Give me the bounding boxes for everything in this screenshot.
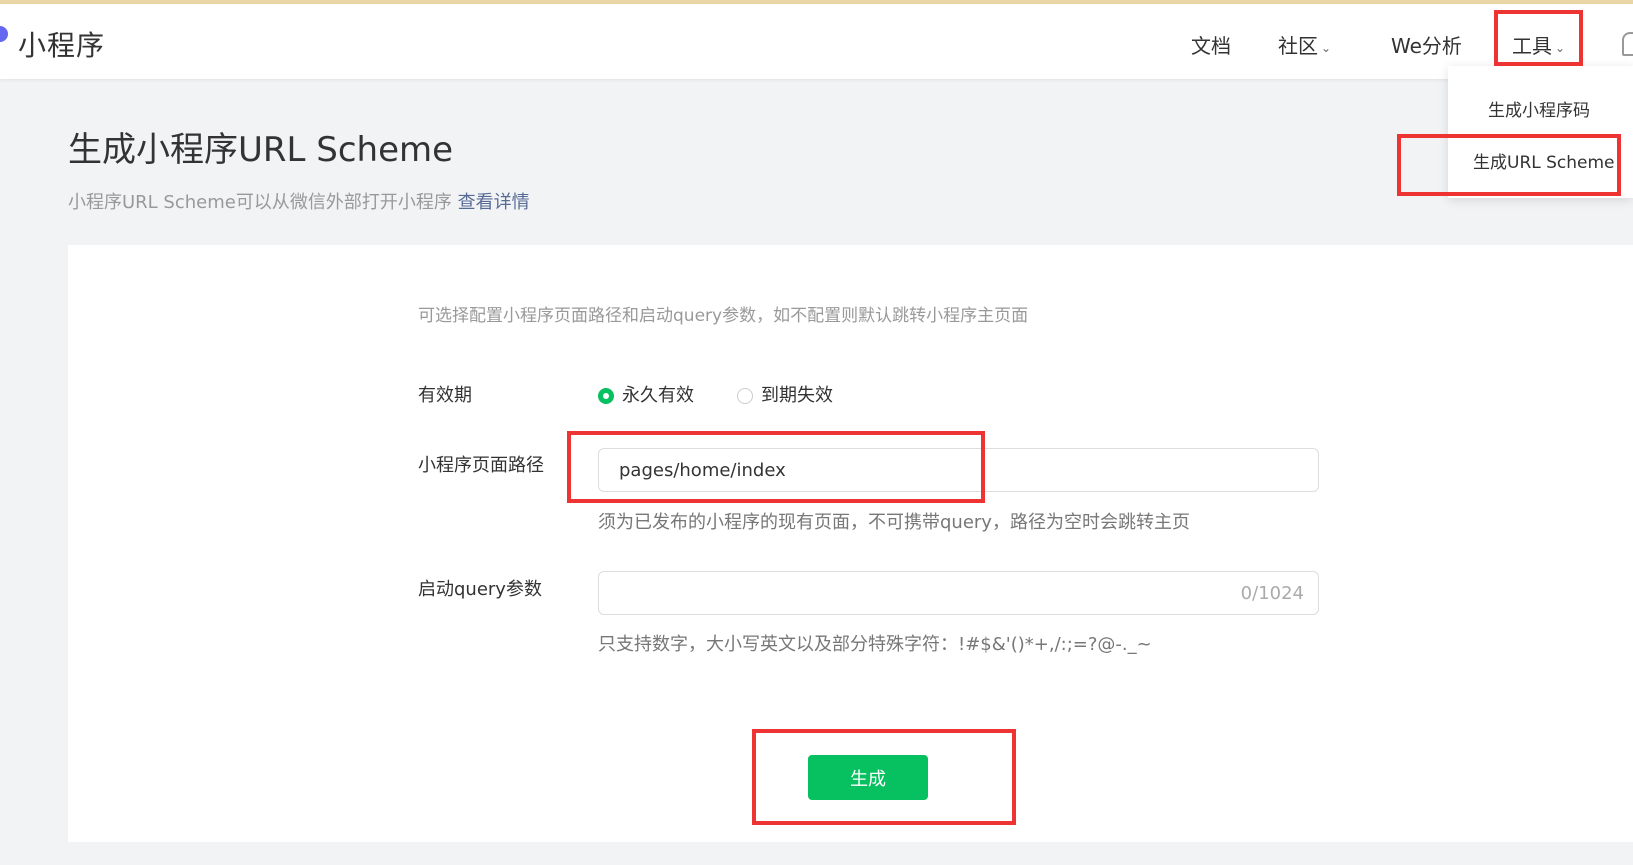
page-path-label: 小程序页面路径 <box>418 455 544 476</box>
chevron-down-icon: ⌄ <box>1321 40 1332 55</box>
form-tip: 可选择配置小程序页面路径和启动query参数，如不配置则默认跳转小程序主页面 <box>418 306 1029 326</box>
nav-community[interactable]: 社区 ⌄ <box>1278 30 1331 59</box>
page-path-hint: 须为已发布的小程序的现有页面，不可携带query，路径为空时会跳转主页 <box>598 512 1190 533</box>
radio-expiring[interactable]: 到期失效 <box>737 381 833 407</box>
highlight-box-url-scheme <box>1397 134 1621 196</box>
view-details-link[interactable]: 查看详情 <box>458 192 530 213</box>
top-navbar: 小程序 文档 社区 ⌄ We分析 工具 ⌄ <box>0 4 1633 79</box>
query-hint: 只支持数字，大小写英文以及部分特殊字符：!#$&'()*+,/:;=?@-._~ <box>598 634 1152 655</box>
radio-checked-icon[interactable] <box>598 388 614 404</box>
notification-bell-icon[interactable] <box>1622 32 1633 56</box>
radio-unchecked-icon[interactable] <box>737 388 753 404</box>
query-char-counter: 0/1024 <box>1240 583 1304 604</box>
page-subtitle: 小程序URL Scheme可以从微信外部打开小程序 查看详情 <box>68 188 530 214</box>
page-title: 生成小程序URL Scheme <box>68 130 454 170</box>
menu-item-generate-qrcode[interactable]: 生成小程序码 <box>1488 96 1590 121</box>
mini-program-logo-icon <box>0 26 8 42</box>
nav-docs[interactable]: 文档 <box>1191 30 1231 59</box>
query-input[interactable]: 0/1024 <box>598 571 1319 615</box>
highlight-box-tools <box>1494 10 1583 66</box>
query-label: 启动query参数 <box>418 579 542 600</box>
logo-text[interactable]: 小程序 <box>18 24 105 64</box>
nav-we-analysis[interactable]: We分析 <box>1391 30 1462 59</box>
highlight-box-page-path <box>567 431 985 503</box>
validity-label: 有效期 <box>418 385 472 406</box>
subtitle-text: 小程序URL Scheme可以从微信外部打开小程序 <box>68 192 452 213</box>
highlight-box-generate <box>752 729 1016 825</box>
radio-permanent[interactable]: 永久有效 <box>598 381 694 407</box>
